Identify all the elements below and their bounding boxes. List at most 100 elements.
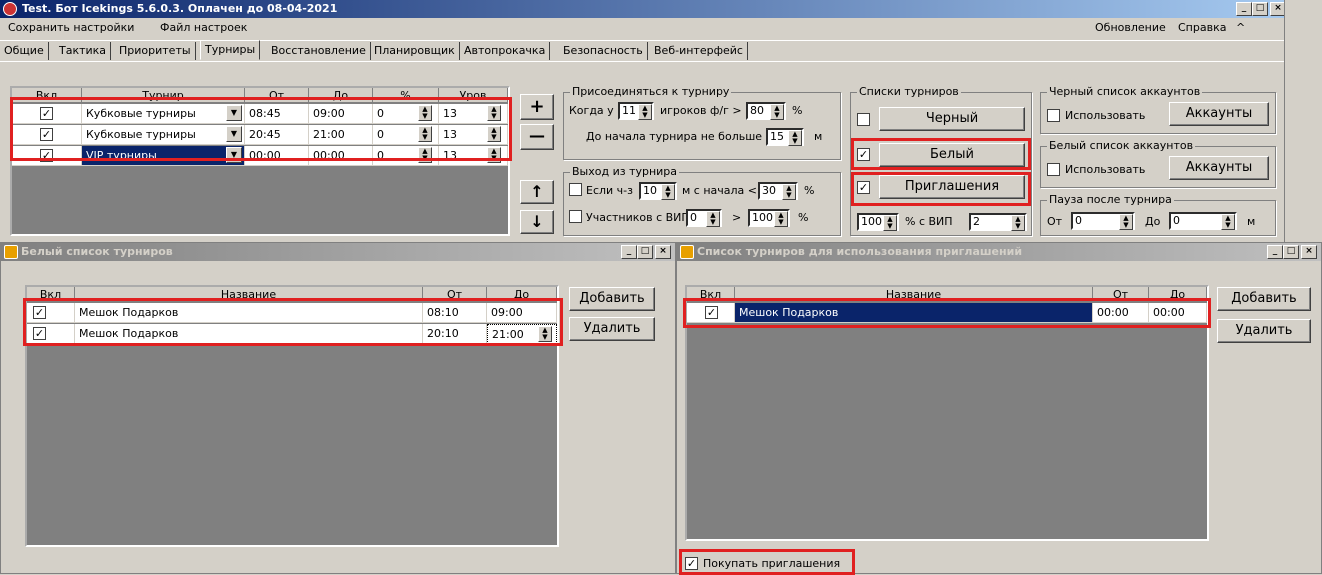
invite-pct-value: 100 xyxy=(861,215,882,228)
tab-general[interactable]: Общие xyxy=(0,42,49,60)
spin-icon[interactable]: ▲ ▼ xyxy=(661,184,675,200)
pause-to-stepper[interactable]: 0 ▲ ▼ xyxy=(1169,212,1237,230)
whitelist-accounts-group: Белый список аккаунтов Использовать Акка… xyxy=(1040,139,1276,188)
blacklist-use-label: Использовать xyxy=(1065,109,1146,122)
white-delete-button[interactable]: Удалить xyxy=(569,317,655,341)
main-title-bar: Test. Бот Icekings 5.6.0.3. Оплачен до 0… xyxy=(0,0,1290,18)
highlight-box xyxy=(851,138,1031,170)
spin-icon[interactable]: ▲ ▼ xyxy=(770,104,784,120)
pause-from-value: 0 xyxy=(1075,214,1082,227)
tab-web-interface[interactable]: Веб-интерфейс xyxy=(650,42,748,60)
pause-from-stepper[interactable]: 0 ▲ ▼ xyxy=(1071,212,1135,230)
invite-pct-stepper[interactable]: 100 ▲ ▼ xyxy=(857,213,899,231)
spin-icon[interactable]: ▲ ▼ xyxy=(1011,215,1025,231)
add-row-button[interactable]: + xyxy=(520,94,554,120)
whitelist-accounts-button[interactable]: Аккаунты xyxy=(1169,156,1269,180)
vip-percent-value: 100 xyxy=(752,211,773,224)
tab-tactics[interactable]: Тактика xyxy=(55,42,112,60)
vip-participants-checkbox[interactable] xyxy=(569,210,582,223)
when-label: Когда у xyxy=(569,104,614,117)
menu-update[interactable]: Обновление xyxy=(1095,18,1166,38)
spin-icon[interactable]: ▲ ▼ xyxy=(706,211,720,227)
spin-icon[interactable]: ▲ ▼ xyxy=(883,215,897,231)
spin-icon[interactable]: ▲ ▼ xyxy=(774,211,788,227)
minimize-icon[interactable]: _ xyxy=(621,245,637,259)
invite-add-button[interactable]: Добавить xyxy=(1217,287,1311,311)
highlight-box xyxy=(23,298,563,346)
white-add-button[interactable]: Добавить xyxy=(569,287,655,311)
spin-icon[interactable]: ▲ ▼ xyxy=(782,184,796,200)
blacklist-title: Черный список аккаунтов xyxy=(1047,85,1203,98)
close-icon[interactable]: × xyxy=(1301,245,1317,259)
lists-group-title: Списки турниров xyxy=(857,85,961,98)
pause-unit: м xyxy=(1247,215,1256,228)
window-icon xyxy=(4,245,18,259)
maximize-icon[interactable]: □ xyxy=(637,245,653,259)
since-start-label: м с начала < xyxy=(682,184,757,197)
join-group-title: Присоединяться к турниру xyxy=(570,85,732,98)
whitelist-use-label: Использовать xyxy=(1065,163,1146,176)
close-icon[interactable]: × xyxy=(655,245,671,259)
vip-participants-stepper[interactable]: 0 ▲ ▼ xyxy=(686,209,722,227)
black-list-button[interactable]: Черный xyxy=(879,107,1025,131)
menu-collapse[interactable]: ^ xyxy=(1236,18,1245,38)
spin-icon[interactable]: ▲ ▼ xyxy=(1119,214,1133,230)
menu-help[interactable]: Справка xyxy=(1178,18,1226,38)
players-stepper[interactable]: 80 ▲ ▼ xyxy=(746,102,786,120)
move-down-button[interactable]: ↓ xyxy=(520,210,554,234)
exit-if-stepper[interactable]: 10 ▲ ▼ xyxy=(639,182,677,200)
pause-from-label: От xyxy=(1047,215,1063,228)
blacklist-accounts-button[interactable]: Аккаунты xyxy=(1169,102,1269,126)
right-edge xyxy=(1284,0,1322,242)
vip-gt-label: > xyxy=(732,211,742,224)
menu-settings-file[interactable]: Файл настроек xyxy=(160,18,247,38)
before-start-label: До начала турнира не больше xyxy=(586,130,763,143)
exit-if-value: 10 xyxy=(643,184,657,197)
invite-list-title: Список турниров для использования пригла… xyxy=(697,245,1023,258)
spin-icon[interactable]: ▲ ▼ xyxy=(788,130,802,146)
white-list-window: Белый список турниров _ □ × Вкл Название… xyxy=(0,242,676,574)
maximize-icon[interactable]: □ xyxy=(1252,2,1268,16)
app-icon xyxy=(3,2,17,16)
highlight-box xyxy=(851,172,1031,206)
exit-if-checkbox[interactable] xyxy=(569,183,582,196)
pause-title: Пауза после турнира xyxy=(1047,193,1174,206)
window-icon xyxy=(680,245,694,259)
minimize-icon[interactable]: _ xyxy=(1267,245,1283,259)
move-up-button[interactable]: ↑ xyxy=(520,180,554,204)
menu-save-settings[interactable]: Сохранить настройки xyxy=(8,18,134,38)
since-start-stepper[interactable]: 30 ▲ ▼ xyxy=(758,182,798,200)
tab-priorities[interactable]: Приоритеты xyxy=(115,42,196,60)
tab-scheduler[interactable]: Планировщик xyxy=(370,42,460,60)
invite-count-stepper[interactable]: 2 ▲ ▼ xyxy=(969,213,1027,231)
exit-if-label: Если ч-з xyxy=(586,184,633,197)
vip-percent-unit: % xyxy=(798,211,809,224)
pause-to-value: 0 xyxy=(1173,214,1180,227)
pause-to-label: До xyxy=(1145,215,1161,228)
tab-tournaments[interactable]: Турниры xyxy=(200,40,261,60)
invite-delete-button[interactable]: Удалить xyxy=(1217,319,1311,343)
join-group: Присоединяться к турниру Когда у 11 ▲ ▼ иг… xyxy=(563,85,841,160)
minimize-icon[interactable]: _ xyxy=(1236,2,1252,16)
when-stepper[interactable]: 11 ▲ ▼ xyxy=(618,102,654,120)
tab-recovery[interactable]: Восстановление xyxy=(267,42,371,60)
spin-icon[interactable]: ▲ ▼ xyxy=(638,104,652,120)
before-start-stepper[interactable]: 15 ▲ ▼ xyxy=(766,128,804,146)
players-label: игроков ф/г > xyxy=(660,104,742,117)
vip-percent-stepper[interactable]: 100 ▲ ▼ xyxy=(748,209,790,227)
black-list-checkbox[interactable] xyxy=(857,113,870,126)
blacklist-use-checkbox[interactable] xyxy=(1047,109,1060,122)
tab-autoleveling[interactable]: Автопрокачка xyxy=(460,42,551,60)
vip-pct-label: % с ВИП xyxy=(905,215,953,228)
spin-icon[interactable]: ▲ ▼ xyxy=(1221,214,1235,230)
tab-security[interactable]: Безопасность xyxy=(559,42,648,60)
when-value: 11 xyxy=(622,104,636,117)
minutes-unit: м xyxy=(814,130,823,143)
whitelist-title: Белый список аккаунтов xyxy=(1047,139,1196,152)
highlight-box xyxy=(683,298,1211,328)
pause-group: Пауза после турнира От 0 ▲ ▼ До 0 ▲ ▼ м xyxy=(1040,193,1276,236)
white-list-titlebar: Белый список турниров _ □ × xyxy=(1,243,675,261)
whitelist-use-checkbox[interactable] xyxy=(1047,163,1060,176)
remove-row-button[interactable]: — xyxy=(520,124,554,150)
maximize-icon[interactable]: □ xyxy=(1283,245,1299,259)
